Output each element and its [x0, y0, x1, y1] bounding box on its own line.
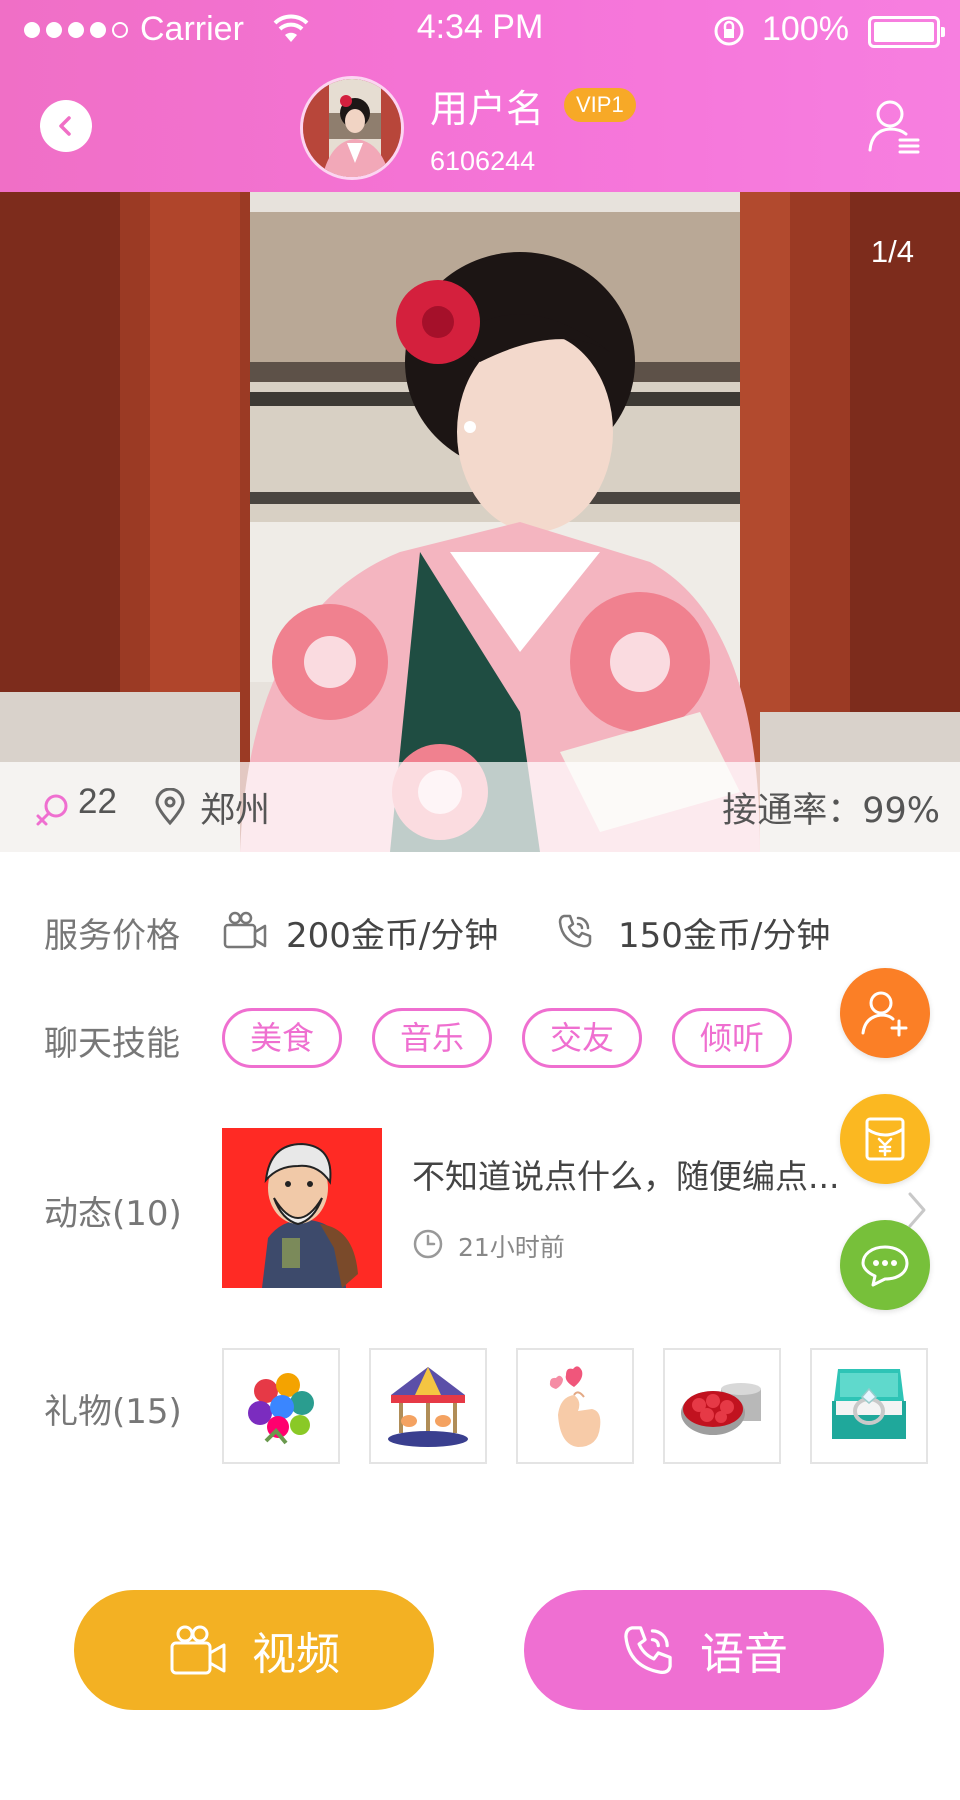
skill-tag: 倾听	[672, 1008, 792, 1068]
skill-tag: 交友	[522, 1008, 642, 1068]
profile-info-bar: 22 郑州 接通率：99%	[0, 762, 960, 852]
username: 用户名	[430, 87, 545, 131]
status-bar: Carrier 4:34 PM 100%	[0, 0, 960, 62]
rose-box-icon	[681, 1383, 761, 1435]
age-value: 22	[78, 782, 117, 821]
carousel-icon	[388, 1367, 468, 1447]
user-menu-icon[interactable]	[866, 96, 922, 156]
ring-box-icon	[832, 1369, 906, 1439]
phone-icon	[624, 1626, 672, 1674]
chat-skills-label: 聊天技能	[44, 1024, 180, 1064]
vip-badge: VIP1	[564, 88, 636, 122]
send-gift-button[interactable]	[840, 1094, 930, 1184]
video-price: 200金币/分钟	[286, 916, 499, 956]
connect-rate: 接通率：99%	[722, 791, 940, 831]
video-call-button[interactable]: 视频	[74, 1590, 434, 1710]
gift-item[interactable]	[810, 1348, 928, 1464]
video-camera-icon	[170, 1625, 226, 1675]
moment-time: 21小时前	[458, 1233, 565, 1262]
user-id: 6106244	[430, 146, 536, 176]
moment-thumbnail	[222, 1128, 382, 1288]
video-camera-icon	[223, 911, 267, 949]
gifts-label: 礼物(15)	[44, 1392, 182, 1432]
finger-heart-icon	[549, 1366, 601, 1447]
moment-text: 不知道说点什么，随便编点...	[412, 1157, 840, 1196]
chevron-right-icon[interactable]	[906, 1190, 928, 1230]
rainbow-roses-icon	[248, 1373, 314, 1445]
photo-counter: 1/4	[870, 234, 914, 269]
add-user-icon	[861, 991, 908, 1037]
phone-icon	[558, 914, 592, 948]
chat-bubble-icon	[861, 1245, 909, 1287]
voice-call-button[interactable]: 语音	[524, 1590, 884, 1710]
gift-item[interactable]	[369, 1348, 487, 1464]
skill-tag: 音乐	[372, 1008, 492, 1068]
battery-percent: 100%	[762, 10, 849, 48]
profile-photo-carousel[interactable]: 1/4 22 郑州 接通率：99%	[0, 192, 960, 852]
voice-price: 150金币/分钟	[618, 916, 831, 956]
clock-icon	[413, 1229, 443, 1259]
follow-button[interactable]	[840, 968, 930, 1058]
chevron-left-icon	[59, 116, 71, 136]
female-icon	[36, 794, 68, 826]
skill-tag: 美食	[222, 1008, 342, 1068]
service-price-label: 服务价格	[44, 916, 180, 956]
video-call-label: 视频	[252, 1629, 340, 1680]
battery-icon	[868, 16, 945, 48]
red-envelope-icon	[865, 1117, 905, 1161]
voice-call-label: 语音	[700, 1629, 788, 1680]
avatar[interactable]	[300, 76, 404, 180]
back-button[interactable]	[40, 100, 92, 152]
gift-item[interactable]	[663, 1348, 781, 1464]
header: Carrier 4:34 PM 100% 用户名 VIP1 6106244	[0, 0, 960, 192]
location-pin-icon	[155, 788, 185, 826]
gift-item[interactable]	[516, 1348, 634, 1464]
city-name: 郑州	[200, 791, 271, 831]
rotation-lock-icon	[714, 16, 744, 46]
chat-button[interactable]	[840, 1220, 930, 1310]
gift-item[interactable]	[222, 1348, 340, 1464]
profile-photo	[0, 192, 960, 852]
moments-label: 动态(10)	[44, 1194, 182, 1234]
